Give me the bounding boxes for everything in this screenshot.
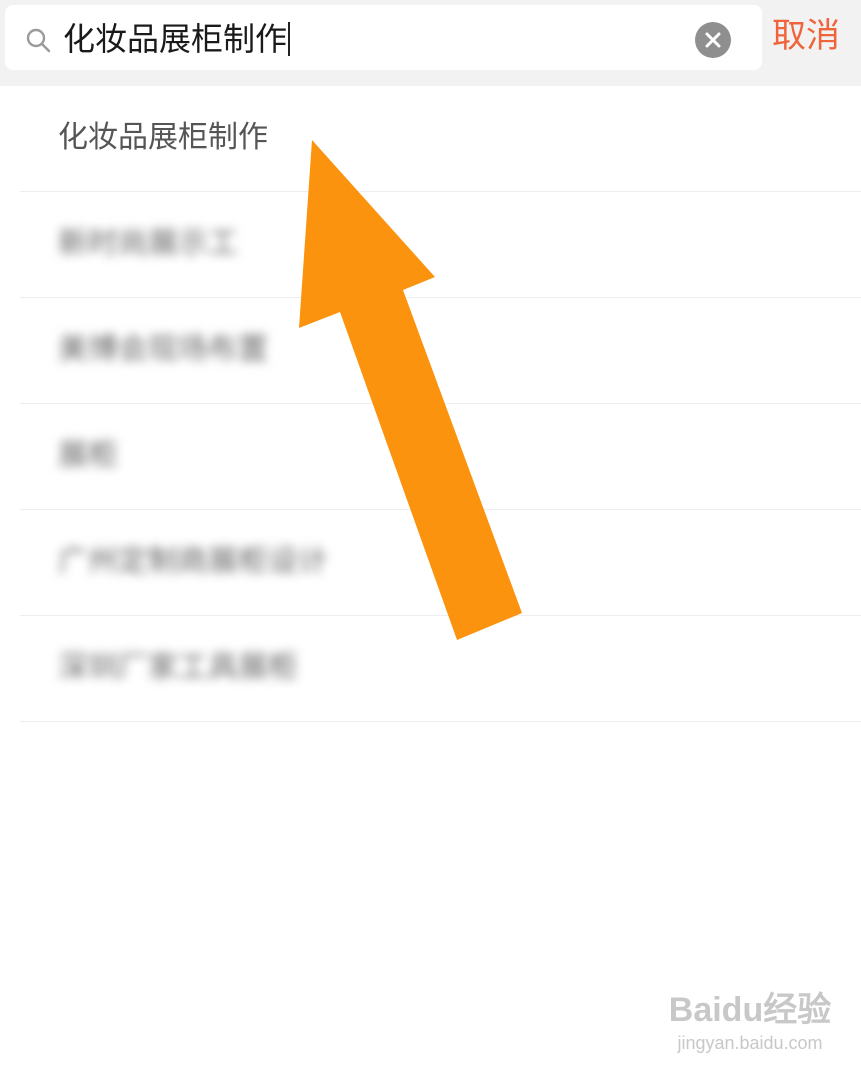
suggestion-item[interactable]: 化妆品展柜制作: [20, 86, 861, 192]
baidu-jingyan-watermark: Baidu经验 jingyan.baidu.com: [660, 990, 840, 1070]
close-icon: [705, 32, 721, 48]
suggestion-item[interactable]: 深圳厂家工具展柜: [20, 616, 861, 722]
search-query-text[interactable]: 化妆品展柜制作: [63, 19, 291, 59]
text-cursor: [288, 22, 291, 56]
search-page: 化妆品展柜制作 取消 化妆品展柜制作 新时尚展示工 美博会现场布置 展柜 广州定…: [0, 0, 861, 1089]
watermark-brand: Baidu经验: [668, 991, 832, 1029]
suggestion-item[interactable]: 美博会现场布置: [20, 298, 861, 404]
suggestion-label: 化妆品展柜制作: [58, 120, 268, 155]
search-icon: [25, 27, 51, 53]
search-bar: 化妆品展柜制作 取消: [0, 0, 861, 86]
suggestion-item[interactable]: 展柜: [20, 404, 861, 510]
cancel-button[interactable]: 取消: [772, 12, 840, 60]
suggestion-item[interactable]: 广州定制商展柜设计: [20, 510, 861, 616]
suggestion-label: 美博会现场布置: [58, 332, 268, 367]
search-input[interactable]: 化妆品展柜制作: [5, 5, 762, 70]
suggestion-label: 广州定制商展柜设计: [58, 544, 328, 579]
watermark-url: jingyan.baidu.com: [677, 1033, 823, 1053]
search-query-value: 化妆品展柜制作: [63, 20, 288, 58]
suggestion-item[interactable]: 新时尚展示工: [20, 192, 861, 298]
suggestion-label: 新时尚展示工: [58, 226, 238, 261]
suggestion-list: 化妆品展柜制作 新时尚展示工 美博会现场布置 展柜 广州定制商展柜设计 深圳厂家…: [0, 86, 861, 722]
suggestion-label: 展柜: [58, 438, 118, 473]
clear-search-button[interactable]: [695, 22, 731, 58]
suggestion-label: 深圳厂家工具展柜: [58, 650, 298, 685]
